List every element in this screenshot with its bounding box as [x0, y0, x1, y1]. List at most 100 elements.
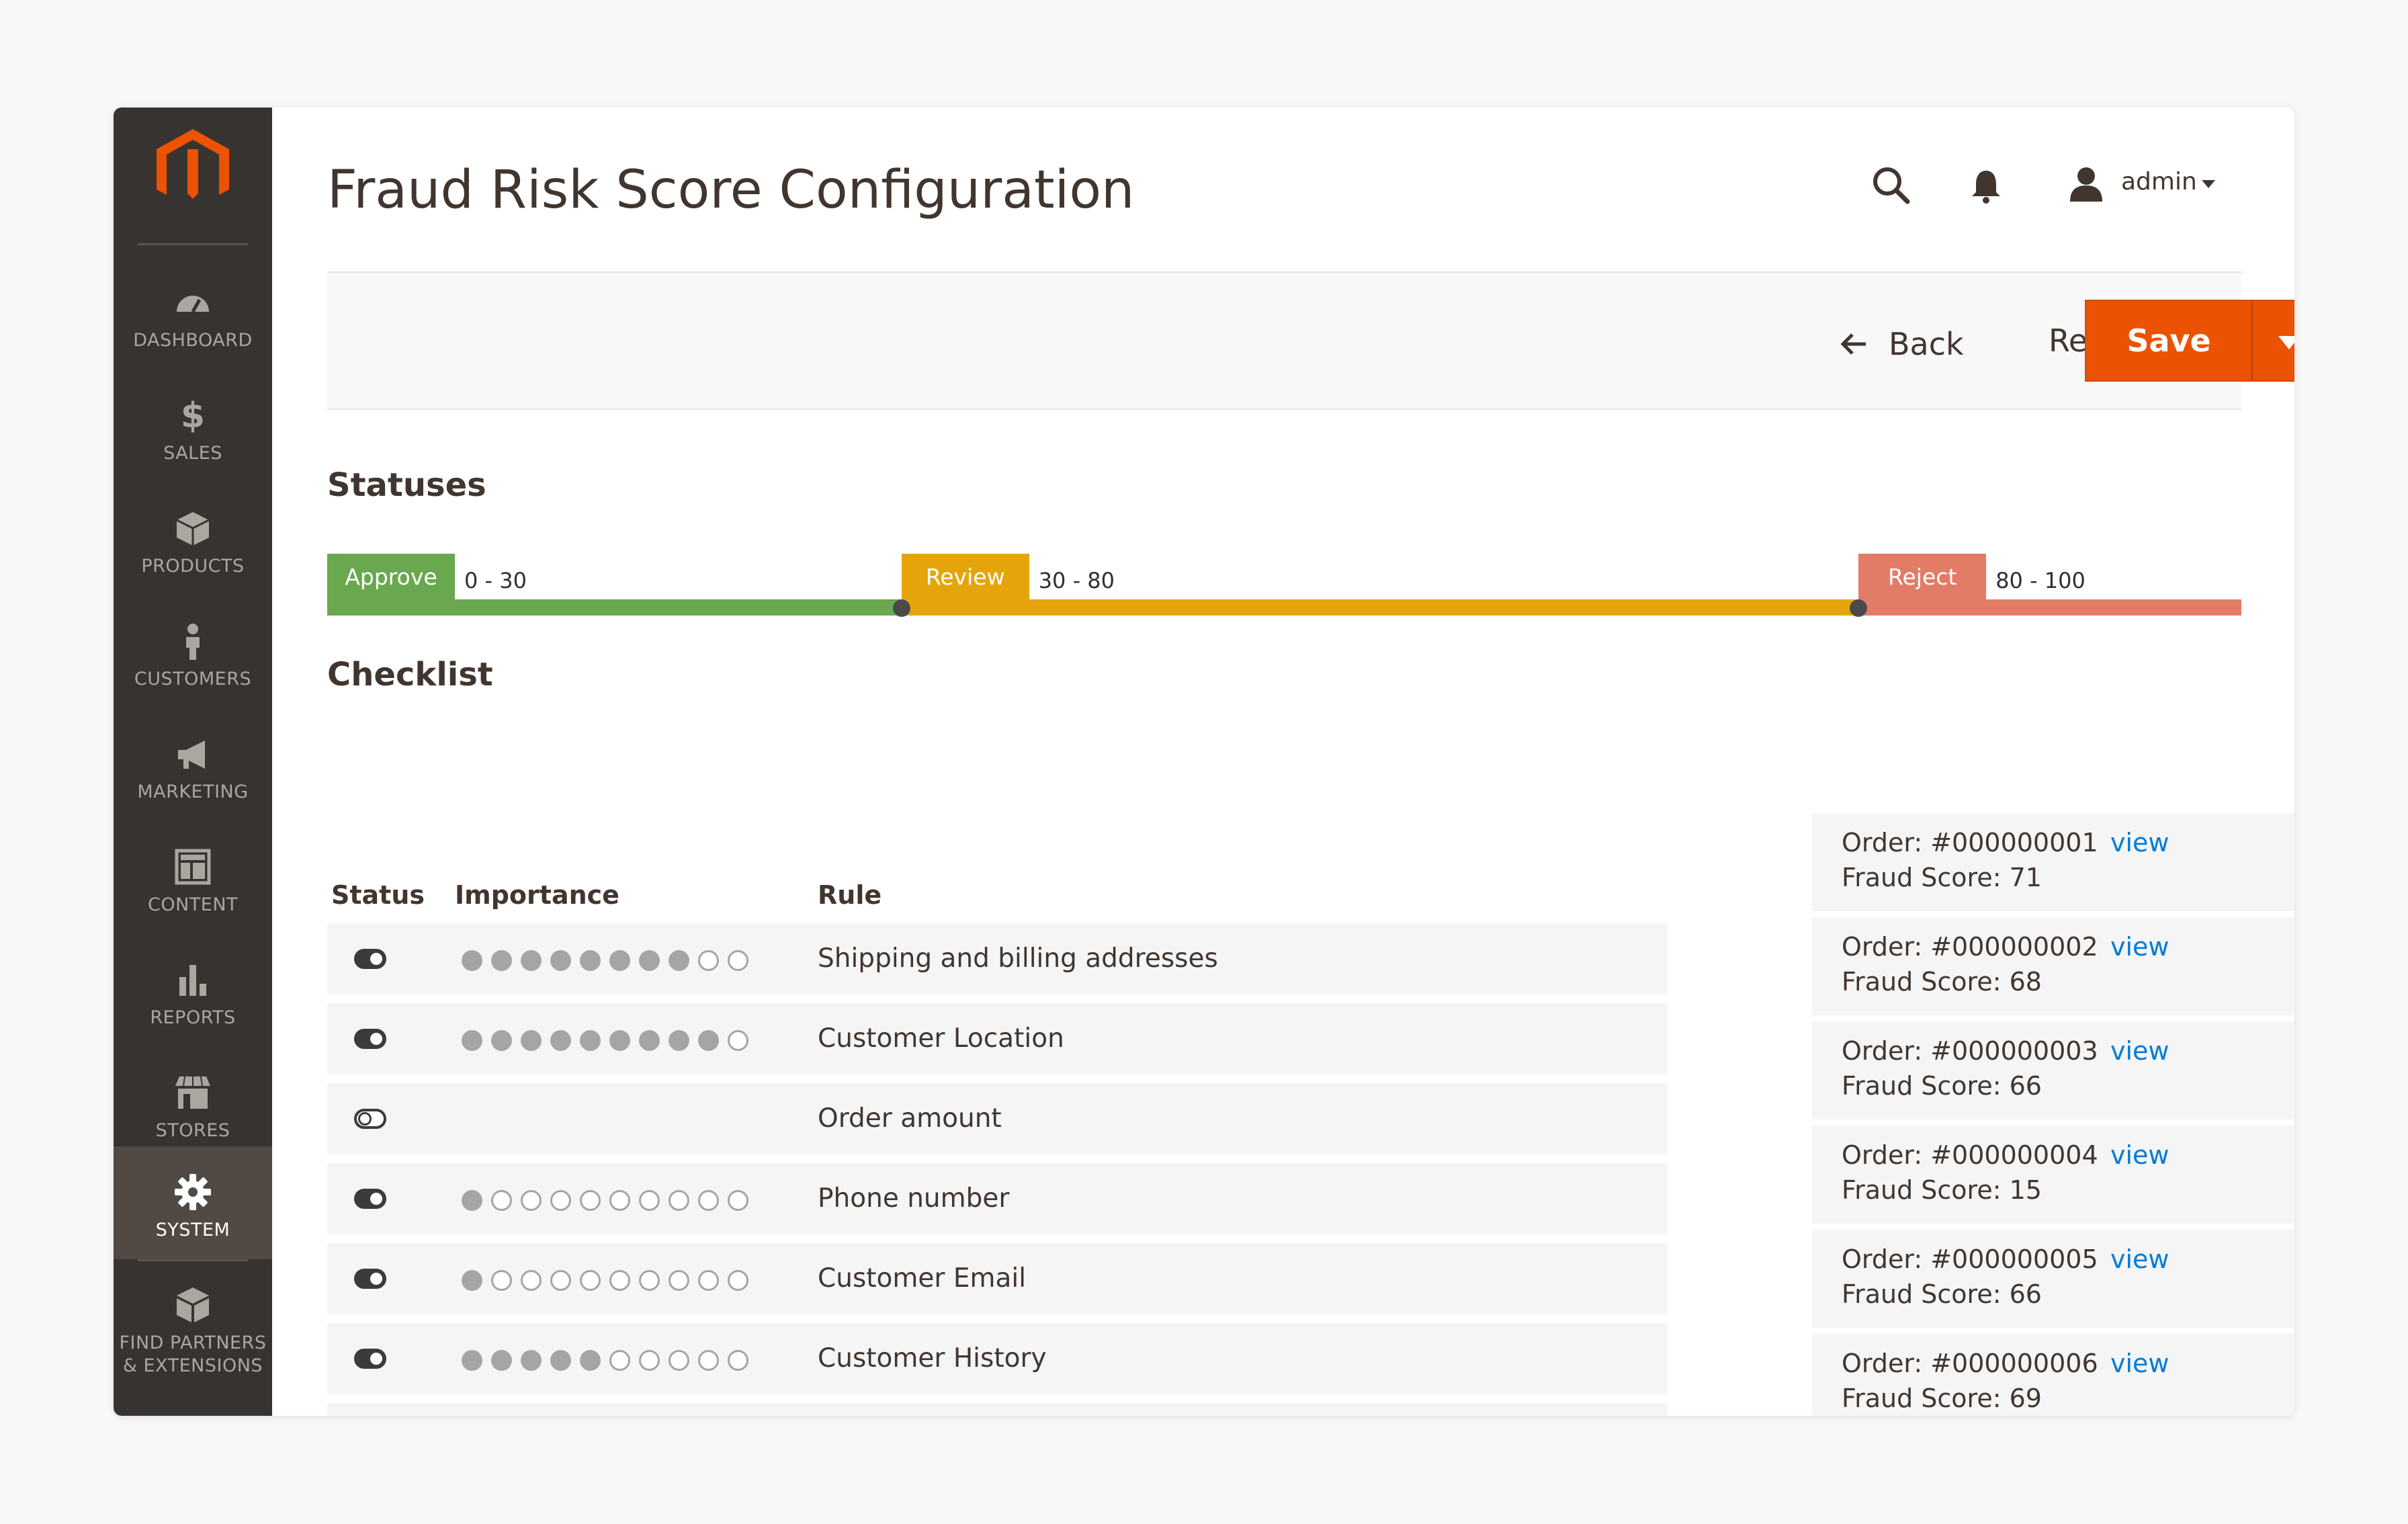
bell-icon[interactable]	[1969, 168, 2003, 204]
importance-dot[interactable]	[728, 1030, 748, 1051]
sidebar-item-content[interactable]: CONTENT	[114, 821, 272, 934]
importance-dot[interactable]	[698, 950, 719, 971]
rule-status-toggle[interactable]	[354, 1349, 386, 1369]
order-number: Order: #000000003	[1842, 1036, 2098, 1066]
importance-dot[interactable]	[462, 1350, 482, 1371]
sidebar-item-label: PRODUCTS	[141, 556, 245, 577]
view-order-link[interactable]: view	[2110, 1349, 2169, 1378]
importance-dot[interactable]	[669, 1350, 689, 1371]
fraud-score: Fraud Score: 69	[1842, 1384, 2042, 1413]
view-order-link[interactable]: view	[2110, 1036, 2169, 1066]
page-title: Fraud Risk Score Configuration	[327, 160, 1135, 220]
sidebar-item-sales[interactable]: $ SALES	[114, 370, 272, 482]
sidebar-item-label: SALES	[163, 443, 222, 464]
importance-dot[interactable]	[580, 1350, 601, 1371]
view-order-link[interactable]: view	[2110, 932, 2169, 962]
save-options-toggle[interactable]	[2278, 336, 2294, 349]
importance-dot[interactable]	[462, 1270, 482, 1291]
importance-dot[interactable]	[698, 1350, 719, 1371]
storefront-icon	[175, 1076, 210, 1109]
importance-dot[interactable]	[462, 950, 482, 971]
importance-dot[interactable]	[521, 1350, 542, 1371]
user-icon[interactable]	[2067, 165, 2105, 203]
back-button[interactable]: Back	[1839, 326, 1964, 362]
importance-dot[interactable]	[609, 1350, 630, 1371]
importance-dot[interactable]	[639, 1030, 660, 1051]
importance-dot[interactable]	[580, 1030, 601, 1051]
sidebar-item-marketing[interactable]: MARKETING	[114, 708, 272, 821]
arrow-left-icon	[1840, 333, 1866, 355]
sidebar-item-label: DASHBOARD	[133, 330, 253, 351]
importance-dot[interactable]	[639, 950, 660, 971]
importance-dot[interactable]	[550, 1030, 571, 1051]
importance-dot[interactable]	[550, 1350, 571, 1371]
rule-status-toggle[interactable]	[354, 1109, 386, 1129]
importance-dot[interactable]	[639, 1350, 660, 1371]
importance-dot[interactable]	[491, 1030, 512, 1051]
fraud-score: Fraud Score: 66	[1842, 1279, 2042, 1309]
importance-dot[interactable]	[521, 950, 542, 971]
view-order-link[interactable]: view	[2110, 1140, 2169, 1170]
range-slider-handle[interactable]	[892, 599, 910, 617]
importance-dot[interactable]	[728, 950, 748, 971]
importance-dot[interactable]	[698, 1190, 719, 1211]
importance-dot[interactable]	[550, 950, 571, 971]
importance-dot[interactable]	[521, 1190, 542, 1211]
sidebar-item-products[interactable]: PRODUCTS	[114, 482, 272, 595]
importance-dot[interactable]	[669, 1190, 689, 1211]
importance-dot[interactable]	[491, 1350, 512, 1371]
rule-status-toggle[interactable]	[354, 949, 386, 969]
importance-dot[interactable]	[462, 1030, 482, 1051]
importance-dot[interactable]	[639, 1190, 660, 1211]
importance-dot[interactable]	[580, 950, 601, 971]
importance-dot[interactable]	[491, 950, 512, 971]
importance-dot[interactable]	[521, 1270, 542, 1291]
importance-dot[interactable]	[580, 1190, 601, 1211]
importance-dot[interactable]	[728, 1270, 748, 1291]
importance-dot[interactable]	[698, 1030, 719, 1051]
range-slider-handle[interactable]	[1850, 599, 1868, 617]
sidebar-item-label: STORES	[155, 1120, 230, 1141]
importance-dot[interactable]	[580, 1270, 601, 1291]
sidebar-item-customers[interactable]: CUSTOMERS	[114, 595, 272, 708]
importance-dot[interactable]	[639, 1270, 660, 1291]
importance-dot[interactable]	[550, 1270, 571, 1291]
sidebar-item-find-partners[interactable]: FIND PARTNERS & EXTENSIONS	[114, 1259, 272, 1376]
rule-name: Order amount	[818, 1103, 1002, 1134]
search-icon[interactable]	[1870, 164, 1911, 206]
rule-status-toggle[interactable]	[354, 1269, 386, 1289]
importance-dot[interactable]	[609, 1270, 630, 1291]
importance-dot[interactable]	[609, 1030, 630, 1051]
importance-dot[interactable]	[609, 1190, 630, 1211]
magento-logo[interactable]	[157, 129, 229, 206]
importance-dot[interactable]	[491, 1270, 512, 1291]
importance-dot[interactable]	[669, 1270, 689, 1291]
sidebar-item-system[interactable]: SYSTEM	[114, 1146, 272, 1259]
importance-rating	[462, 1030, 748, 1051]
importance-dot[interactable]	[521, 1030, 542, 1051]
importance-dot[interactable]	[669, 950, 689, 971]
chevron-down-icon[interactable]	[2202, 180, 2215, 188]
importance-dot[interactable]	[609, 950, 630, 971]
sidebar-item-reports[interactable]: REPORTS	[114, 934, 272, 1047]
importance-dot[interactable]	[550, 1190, 571, 1211]
importance-dot[interactable]	[669, 1030, 689, 1051]
importance-dot[interactable]	[698, 1270, 719, 1291]
rule-status-toggle[interactable]	[354, 1189, 386, 1209]
admin-user-menu[interactable]: admin	[2121, 168, 2197, 196]
view-order-link[interactable]: view	[2110, 828, 2169, 857]
sidebar-item-dashboard[interactable]: DASHBOARD	[114, 257, 272, 370]
save-button[interactable]: Save	[2086, 301, 2251, 380]
sidebar-divider	[138, 243, 248, 245]
order-card: Order: #000000001 Fraud Score: 71 view	[1812, 813, 2294, 911]
importance-dot[interactable]	[462, 1190, 482, 1211]
importance-dot[interactable]	[491, 1190, 512, 1211]
rule-status-toggle[interactable]	[354, 1029, 386, 1049]
importance-dot[interactable]	[728, 1350, 748, 1371]
rule-row: Customer History	[327, 1323, 1668, 1394]
importance-dot[interactable]	[728, 1190, 748, 1211]
sidebar-item-label: SYSTEM	[155, 1220, 230, 1240]
sidebar-item-label: FIND PARTNERS	[119, 1332, 267, 1353]
sidebar-item-stores[interactable]: STORES	[114, 1047, 272, 1160]
view-order-link[interactable]: view	[2110, 1244, 2169, 1274]
